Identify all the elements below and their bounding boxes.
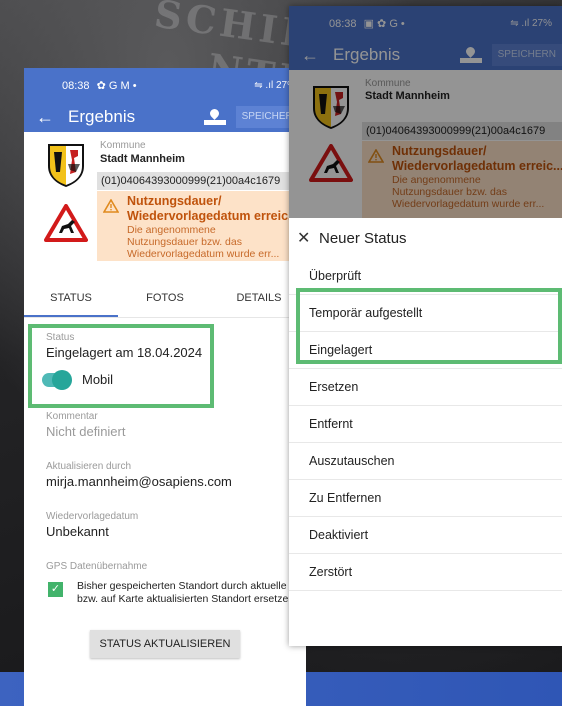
kommune-value: Stadt Mannheim	[100, 153, 185, 165]
sheet-header: ✕ Neuer Status	[289, 218, 562, 258]
warning-title: Nutzungsdauer/	[127, 194, 222, 208]
clock: 08:38	[62, 79, 90, 92]
status-option-auszutauschen[interactable]: Auszutauschen	[289, 443, 562, 480]
sheet-title: Neuer Status	[319, 229, 407, 247]
gps-option-text: bzw. auf Karte aktualisierten Standort e…	[77, 593, 295, 605]
tab-bar: STATUS FOTOS DETAILS	[24, 278, 306, 318]
status-option-deaktiviert[interactable]: Deaktiviert	[289, 517, 562, 554]
kommentar-label: Kommentar	[46, 411, 98, 422]
app-bar: ← Ergebnis SPEICHERN	[24, 102, 306, 132]
phone-status-picker: 08:38 ▣ ✿ G • ⇋ .ıl 27% ← Ergebnis SPEIC…	[289, 6, 562, 646]
kommune-label: Kommune	[100, 140, 146, 151]
status-option-entfernt[interactable]: Entfernt	[289, 406, 562, 443]
warning-triangle-icon	[103, 199, 119, 213]
wiedervorlage-label: Wiedervorlagedatum	[46, 511, 139, 522]
signal-icon: ⇋ .ıl	[254, 79, 276, 91]
warning-box: Nutzungsdauer/ Wiedervorlagedatum erreic…	[97, 191, 306, 261]
highlight-frame-options	[296, 288, 562, 364]
warning-text: Die angenommene	[127, 224, 216, 236]
highlight-frame-status	[28, 324, 214, 408]
object-card: Kommune Stadt Mannheim (01)0406439300099…	[24, 132, 306, 261]
status-option-zu-entfernen[interactable]: Zu Entfernen	[289, 480, 562, 517]
kommentar-value[interactable]: Nicht definiert	[46, 424, 306, 439]
close-icon[interactable]: ✕	[297, 228, 319, 248]
map-pin-icon[interactable]	[203, 107, 226, 125]
gps-checkbox[interactable]: ✓	[48, 582, 63, 597]
status-option-ersetzen[interactable]: Ersetzen	[289, 369, 562, 406]
page-title: Ergebnis	[68, 107, 136, 126]
gps-label: GPS Datenübernahme	[46, 561, 148, 572]
warning-text: Nutzungsdauer bzw. das	[127, 236, 242, 248]
warning-sign-icon	[44, 204, 88, 242]
new-status-sheet: ✕ Neuer Status Überprüft Temporär aufges…	[289, 218, 562, 646]
status-bar: 08:38 ✿ G M • ⇋ .ıl 27%	[24, 68, 306, 102]
wiedervorlage-value[interactable]: Unbekannt	[46, 524, 306, 539]
city-crest-icon	[48, 144, 84, 187]
object-code: (01)04064393000999(21)00a4c1679	[97, 172, 306, 190]
back-arrow-icon[interactable]: ←	[36, 107, 68, 128]
phone-status-screen: 08:38 ✿ G M • ⇋ .ıl 27% ← Ergebnis SPEIC…	[24, 68, 306, 706]
warning-title-cont: Wiedervorlagedatum erreic...	[127, 209, 299, 223]
tab-fotos[interactable]: FOTOS	[118, 278, 212, 317]
gps-option-text: Bisher gespeicherten Standort durch aktu…	[77, 580, 287, 592]
warning-text: Wiedervorlagedatum wurde err...	[127, 248, 280, 260]
notification-icons: ✿ G M •	[96, 79, 137, 92]
tab-status[interactable]: STATUS	[24, 278, 118, 317]
modal-scrim[interactable]	[289, 6, 562, 218]
aktualisiert-value: mirja.mannheim@osapiens.com	[46, 474, 232, 489]
status-option-zerstoert[interactable]: Zerstört	[289, 554, 562, 591]
update-status-button[interactable]: STATUS AKTUALISIEREN	[90, 630, 240, 658]
aktualisiert-label: Aktualisieren durch	[46, 461, 132, 472]
